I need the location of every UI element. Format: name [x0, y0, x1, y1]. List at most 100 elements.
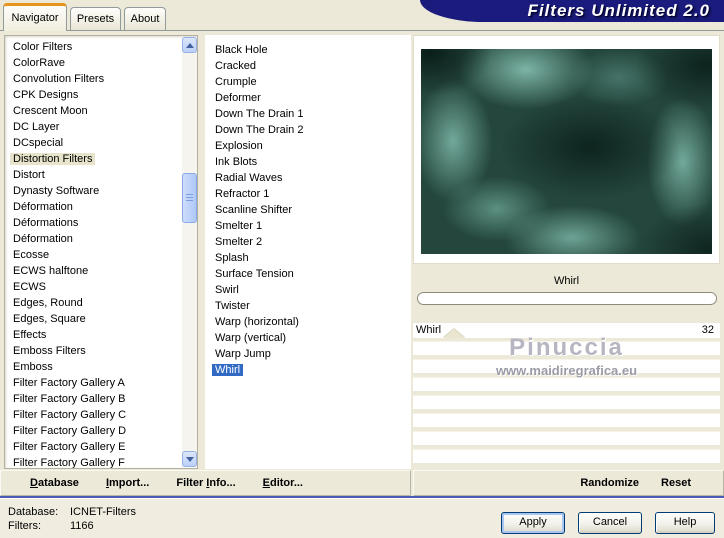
database-button[interactable]: Database: [30, 477, 79, 489]
category-item[interactable]: ECWS halftone: [13, 265, 88, 277]
filter-item[interactable]: Smelter 2: [215, 236, 262, 248]
filter-listbox[interactable]: Black Hole Cracked Crumple Deformer Down The…: [205, 35, 411, 469]
category-item[interactable]: Filter Factory Gallery E: [13, 441, 125, 453]
filter-item[interactable]: Down The Drain 2: [215, 124, 303, 136]
category-item[interactable]: Filter Factory Gallery C: [13, 409, 126, 421]
category-item[interactable]: CPK Designs: [13, 89, 78, 101]
bottom-toolbar: Database Import... Filter Info... Editor…: [0, 470, 724, 496]
filters-label: Filters:: [8, 520, 41, 532]
category-item[interactable]: Filter Factory Gallery B: [13, 393, 125, 405]
filter-item[interactable]: Surface Tension: [215, 268, 294, 280]
category-item[interactable]: Déformations: [13, 217, 78, 229]
empty-parameter-rows: [413, 341, 720, 463]
category-item[interactable]: Edges, Square: [13, 313, 86, 325]
status-info: Database: ICNET-Filters Filters: 1166: [8, 505, 136, 533]
category-item[interactable]: DC Layer: [13, 121, 59, 133]
apply-button[interactable]: Apply: [501, 512, 565, 534]
filter-item[interactable]: Crumple: [215, 76, 257, 88]
category-scrollbar[interactable]: [182, 37, 197, 467]
toolbar-left-section: Database Import... Filter Info... Editor…: [0, 470, 411, 496]
category-listbox[interactable]: Color Filters ColorRave Convolution Filter…: [4, 35, 198, 469]
filter-item[interactable]: Deformer: [215, 92, 261, 104]
category-item[interactable]: Dynasty Software: [13, 185, 99, 197]
import-button[interactable]: Import...: [106, 477, 149, 489]
filter-item[interactable]: Radial Waves: [215, 172, 282, 184]
editor-button[interactable]: Editor...: [263, 477, 303, 489]
category-item[interactable]: Crescent Moon: [13, 105, 88, 117]
app-title: Filters Unlimited 2.0: [527, 1, 710, 20]
filter-item[interactable]: Warp Jump: [215, 348, 271, 360]
category-item[interactable]: Déformation: [13, 201, 73, 213]
parameter-row-empty: [413, 359, 720, 373]
preview-frame: [413, 35, 720, 264]
parameter-row-whirl[interactable]: Whirl 32: [413, 323, 720, 338]
filter-item[interactable]: Splash: [215, 252, 249, 264]
category-item[interactable]: Ecosse: [13, 249, 49, 261]
tab-about[interactable]: About: [124, 7, 166, 31]
category-item[interactable]: Color Filters: [13, 41, 72, 53]
category-item[interactable]: Convolution Filters: [13, 73, 104, 85]
filter-item[interactable]: Explosion: [215, 140, 263, 152]
filters-value: 1166: [70, 520, 94, 532]
database-label: Database:: [8, 506, 59, 518]
filter-item[interactable]: Ink Blots: [215, 156, 257, 168]
toolbar-right-section: Randomize Reset: [413, 470, 724, 496]
chevron-up-icon: [185, 42, 194, 48]
filter-item[interactable]: Warp (vertical): [215, 332, 286, 344]
category-item[interactable]: DCspecial: [13, 137, 63, 149]
status-bar: Database: ICNET-Filters Filters: 1166 Ap…: [0, 498, 724, 538]
category-item[interactable]: Emboss Filters: [13, 345, 86, 357]
tab-navigator[interactable]: Navigator: [3, 3, 67, 31]
category-item[interactable]: Filter Factory Gallery D: [13, 425, 126, 437]
filter-info-button[interactable]: Filter Info...: [176, 477, 235, 489]
category-item[interactable]: Distort: [13, 169, 45, 181]
category-item[interactable]: Distortion Filters: [10, 153, 96, 165]
preview-image: [421, 49, 712, 254]
randomize-button[interactable]: Randomize: [580, 477, 639, 489]
category-item[interactable]: ECWS: [13, 281, 46, 293]
category-item[interactable]: Filter Factory Gallery F: [13, 457, 125, 468]
parameter-row-empty: [413, 431, 720, 445]
reset-button[interactable]: Reset: [661, 477, 691, 489]
category-item[interactable]: Edges, Round: [13, 297, 83, 309]
thumb-grip-icon: [186, 194, 193, 202]
slider-thumb-icon[interactable]: [443, 329, 465, 338]
filter-item[interactable]: Warp (horizontal): [215, 316, 299, 328]
database-value: ICNET-Filters: [70, 506, 136, 518]
chevron-down-icon: [185, 456, 194, 462]
category-item[interactable]: Emboss: [13, 361, 53, 373]
help-button[interactable]: Help: [655, 512, 715, 534]
cancel-button[interactable]: Cancel: [578, 512, 642, 534]
scrollbar-thumb[interactable]: [182, 173, 197, 223]
navigator-page: Color Filters ColorRave Convolution Filter…: [0, 30, 724, 470]
filter-item[interactable]: Cracked: [215, 60, 256, 72]
category-item[interactable]: Filter Factory Gallery A: [13, 377, 125, 389]
parameter-row-empty: [413, 413, 720, 427]
title-band: Filters Unlimited 2.0: [420, 0, 724, 22]
filter-item[interactable]: Refractor 1: [215, 188, 269, 200]
filter-item[interactable]: Swirl: [215, 284, 239, 296]
dialog-buttons: Apply Cancel Help: [501, 512, 715, 534]
parameter-name: Whirl: [416, 324, 442, 336]
parameter-list: Whirl 32: [413, 323, 720, 463]
filters-unlimited-window: Filters Unlimited 2.0 Navigator Presets …: [0, 0, 724, 538]
filter-item[interactable]: Scanline Shifter: [215, 204, 292, 216]
category-item[interactable]: Effects: [13, 329, 46, 341]
parameter-row-empty: [413, 341, 720, 355]
filter-item[interactable]: Black Hole: [215, 44, 268, 56]
parameter-row-empty: [413, 395, 720, 409]
progress-bar: [417, 292, 717, 305]
filter-item[interactable]: Twister: [215, 300, 250, 312]
category-item[interactable]: ColorRave: [13, 57, 65, 69]
scroll-up-button[interactable]: [182, 37, 197, 53]
filter-item[interactable]: Whirl: [212, 364, 244, 376]
filter-item[interactable]: Down The Drain 1: [215, 108, 303, 120]
category-item[interactable]: Déformation: [13, 233, 73, 245]
parameter-row-empty: [413, 377, 720, 391]
scroll-down-button[interactable]: [182, 451, 197, 467]
preview-panel: Whirl Whirl 32 Pinuccia www.maidiregrafi…: [413, 35, 720, 471]
parameter-value: 32: [701, 324, 714, 336]
filter-item[interactable]: Smelter 1: [215, 220, 262, 232]
parameter-row-empty: [413, 449, 720, 463]
tab-presets[interactable]: Presets: [70, 7, 121, 31]
